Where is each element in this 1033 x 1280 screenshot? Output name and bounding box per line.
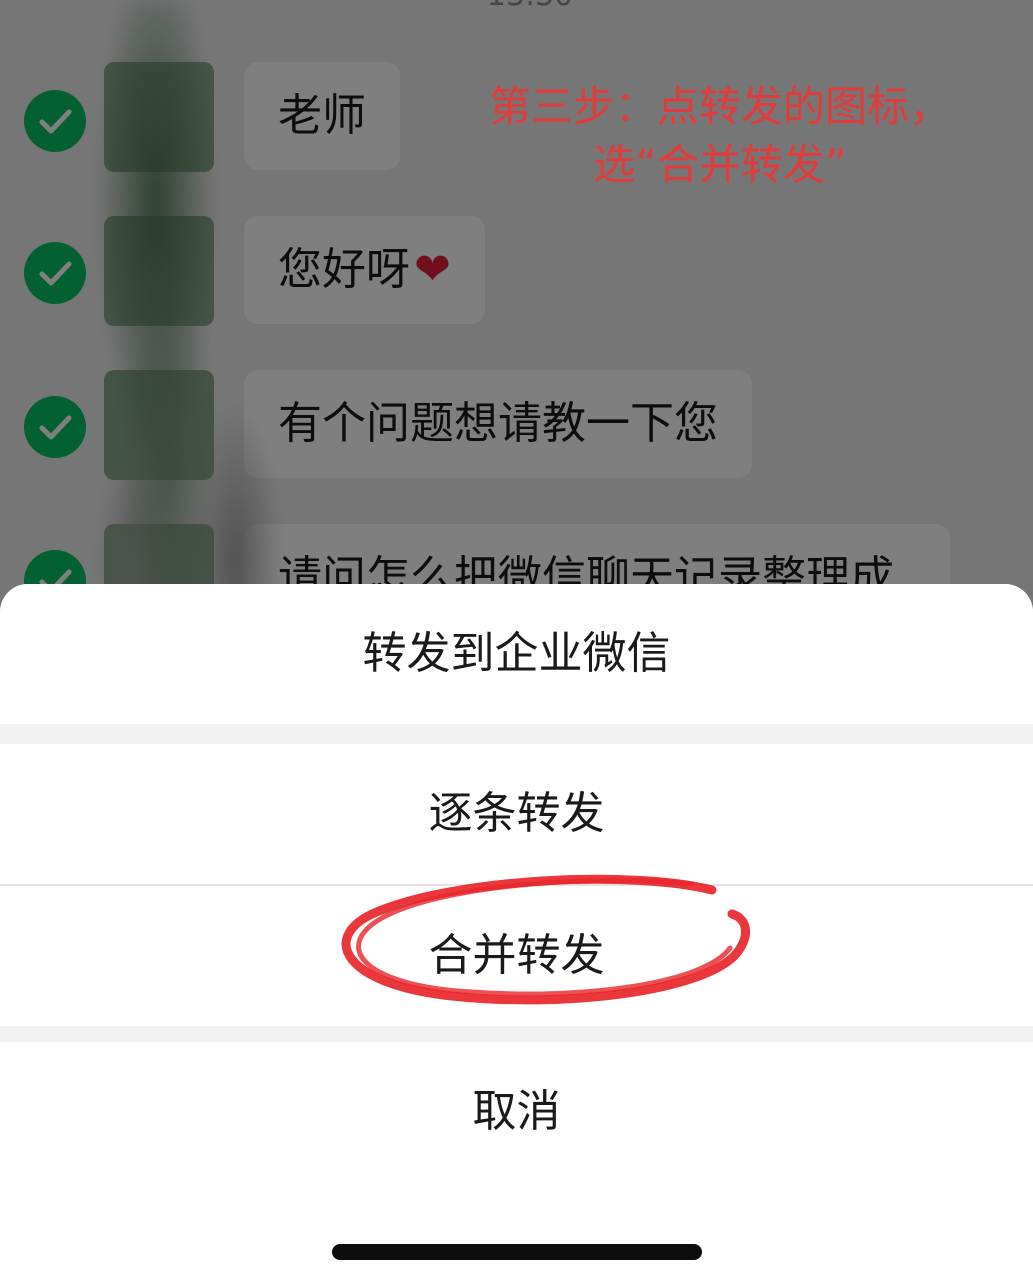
highlight-circle-annotation <box>341 874 750 1005</box>
home-indicator[interactable] <box>332 1244 702 1260</box>
instruction-annotation: 第三步：点转发的图标， 选“合并转发” <box>440 78 1000 194</box>
forward-one-by-one-button[interactable]: 逐条转发 <box>0 744 1033 884</box>
action-sheet: 转发到企业微信 逐条转发 合并转发 取消 <box>0 584 1033 1280</box>
forward-to-enterprise-wechat-button[interactable]: 转发到企业微信 <box>0 584 1033 724</box>
annotation-line: 第三步：点转发的图标， <box>488 82 951 131</box>
annotation-line: 选“合并转发” <box>593 140 847 189</box>
